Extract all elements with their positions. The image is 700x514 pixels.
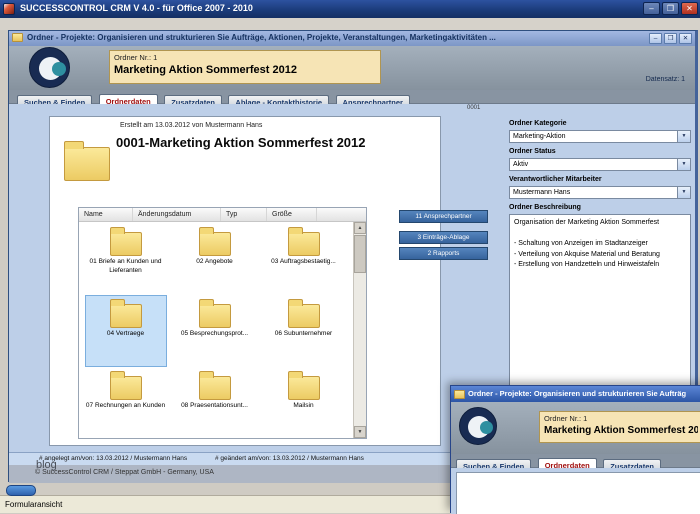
folder-panel: Erstellt am 13.03.2012 von Mustermann Ha… [49, 116, 441, 446]
scrollbar[interactable]: ▲ ▼ [353, 222, 366, 438]
form-header: Ordner Nr.: 1 Marketing Aktion Sommerfes… [9, 46, 695, 90]
folder-item-label: 07 Rechnungen an Kunden [86, 402, 165, 411]
dropdown-arrow-icon[interactable]: ▼ [677, 131, 690, 142]
maximize-icon[interactable]: ❒ [662, 2, 679, 15]
statusbar-text: Formularansicht [5, 500, 62, 509]
folder-item[interactable]: 01 Briefe an Kunden und Lieferanten [85, 223, 167, 295]
form-header: Ordner Nr.: 1 Marketing Aktion Sommerfes… [451, 402, 700, 454]
tab-bar: Suchen & Finden Ordnerdaten Zusatzdaten … [451, 454, 700, 468]
folder-icon [288, 232, 320, 256]
watermark-text: blog [36, 459, 57, 471]
window-titlebar[interactable]: Ordner - Projekte: Organisieren und stru… [9, 31, 695, 46]
folder-item[interactable]: 05 Besprechungsprot... [174, 295, 256, 367]
folder-item[interactable]: 08 Praesentationsunt... [174, 367, 256, 439]
eintraege-ablage-button[interactable]: 3 Einträge-Ablage [399, 231, 488, 244]
scroll-up-icon[interactable]: ▲ [354, 222, 366, 234]
folder-item[interactable]: Mailsin [263, 367, 345, 439]
app-title: SUCCESSCONTROL CRM V 4.0 - für Office 20… [20, 3, 253, 13]
maximize-icon[interactable]: ❒ [664, 33, 677, 44]
record-header-box: Ordner Nr.: 1 Marketing Aktion Sommerfes… [109, 50, 381, 84]
app-icon [3, 3, 15, 15]
dropdown-arrow-icon[interactable]: ▼ [677, 159, 690, 170]
rapports-button[interactable]: 2 Rapports [399, 247, 488, 260]
form-content [451, 468, 700, 514]
folder-icon [288, 304, 320, 328]
folder-icon [110, 304, 142, 328]
folder-item[interactable]: 03 Auftragsbestaetig... [263, 223, 345, 295]
folder-item-selected[interactable]: 04 Vertraege [85, 295, 167, 367]
status-value: Aktiv [513, 159, 528, 170]
folder-item-label: 05 Besprechungsprot... [181, 330, 248, 339]
close-icon[interactable]: ✕ [679, 33, 692, 44]
folder-item-label: 03 Auftragsbestaetig... [271, 258, 336, 267]
column-header-size[interactable]: Größe [267, 208, 317, 221]
column-header-type[interactable]: Typ [221, 208, 267, 221]
status-dropdown[interactable]: Aktiv ▼ [509, 158, 691, 171]
mitarbeiter-dropdown[interactable]: Mustermann Hans ▼ [509, 186, 691, 199]
mitarbeiter-label: Verantwortlicher Mitarbeiter [509, 176, 602, 183]
record-title: Marketing Aktion Sommerfest 20 [544, 425, 698, 436]
folder-item-label: Mailsin [293, 402, 313, 411]
page-marker: 0001 [467, 105, 480, 111]
folder-item[interactable]: 07 Rechnungen an Kunden [85, 367, 167, 439]
kategorie-value: Marketing-Aktion [513, 131, 566, 142]
big-folder-icon [64, 147, 110, 181]
folder-grid: 01 Briefe an Kunden und Lieferanten 02 A… [81, 223, 353, 439]
folder-item-label: 02 Angebote [196, 258, 233, 267]
app-background-strip [0, 18, 700, 30]
minimize-icon[interactable]: – [649, 33, 662, 44]
column-header-date[interactable]: Änderungsdatum [133, 208, 221, 221]
window-title: Ordner - Projekte: Organisieren und stru… [27, 33, 496, 42]
status-label: Ordner Status [509, 148, 556, 155]
window-folder-icon [454, 390, 465, 399]
record-header-box: Ordner Nr.: 1 Marketing Aktion Sommerfes… [539, 411, 700, 443]
created-info: Erstellt am 13.03.2012 von Mustermann Ha… [120, 122, 262, 129]
folder-item[interactable]: 02 Angebote [174, 223, 256, 295]
successcontrol-logo [29, 47, 70, 88]
scrollbar-thumb[interactable] [354, 235, 366, 273]
folder-title: 0001-Marketing Aktion Sommerfest 2012 [116, 135, 366, 150]
window-titlebar[interactable]: Ordner - Projekte: Organisieren und stru… [451, 386, 700, 402]
folder-item-label: 06 Subunternehmer [275, 330, 332, 339]
folder-item[interactable]: 06 Subunternehmer [263, 295, 345, 367]
list-header: Name Änderungsdatum Typ Größe [79, 208, 366, 222]
folder-icon [110, 232, 142, 256]
app-titlebar[interactable]: SUCCESSCONTROL CRM V 4.0 - für Office 20… [0, 0, 700, 18]
scroll-down-icon[interactable]: ▼ [354, 426, 366, 438]
column-header-filler [317, 208, 366, 221]
close-icon[interactable]: ✕ [681, 2, 698, 15]
file-list: Name Änderungsdatum Typ Größe 01 Briefe … [78, 207, 367, 439]
folder-icon [199, 304, 231, 328]
datensatz-counter: Datensatz: 1 [646, 76, 685, 83]
folder-panel [456, 472, 700, 514]
record-title: Marketing Aktion Sommerfest 2012 [114, 64, 376, 76]
minimize-icon[interactable]: – [643, 2, 660, 15]
angelegt-info: # angelegt am/von: 13.03.2012 / Musterma… [39, 455, 187, 462]
folder-icon [110, 376, 142, 400]
mitarbeiter-value: Mustermann Hans [513, 187, 570, 198]
taskbar-button[interactable] [6, 485, 36, 496]
record-number: Ordner Nr.: 1 [114, 53, 376, 62]
folder-icon [199, 232, 231, 256]
folder-item-label: 08 Praesentationsunt... [181, 402, 248, 411]
beschreibung-label: Ordner Beschreibung [509, 204, 581, 211]
window-folder-icon [12, 33, 23, 42]
folder-icon [288, 376, 320, 400]
secondary-window: Ordner - Projekte: Organisieren und stru… [450, 385, 700, 513]
tab-bar: Suchen & Finden Ordnerdaten Zusatzdaten … [9, 90, 695, 104]
folder-item-label: 04 Vertraege [107, 330, 144, 339]
successcontrol-logo [459, 407, 497, 445]
dropdown-arrow-icon[interactable]: ▼ [677, 187, 690, 198]
kategorie-label: Ordner Kategorie [509, 120, 567, 127]
geaendert-info: # geändert am/von: 13.03.2012 / Musterma… [215, 455, 364, 462]
copyright-text: © SuccessControl CRM / Steppat GmbH - Ge… [35, 469, 214, 476]
window-title: Ordner - Projekte: Organisieren und stru… [468, 389, 686, 398]
record-number: Ordner Nr.: 1 [544, 414, 698, 423]
kategorie-dropdown[interactable]: Marketing-Aktion ▼ [509, 130, 691, 143]
folder-icon [199, 376, 231, 400]
column-header-name[interactable]: Name [79, 208, 133, 221]
folder-item-label: 01 Briefe an Kunden und Lieferanten [86, 258, 166, 276]
ansprechpartner-button[interactable]: 11 Ansprechpartner [399, 210, 488, 223]
